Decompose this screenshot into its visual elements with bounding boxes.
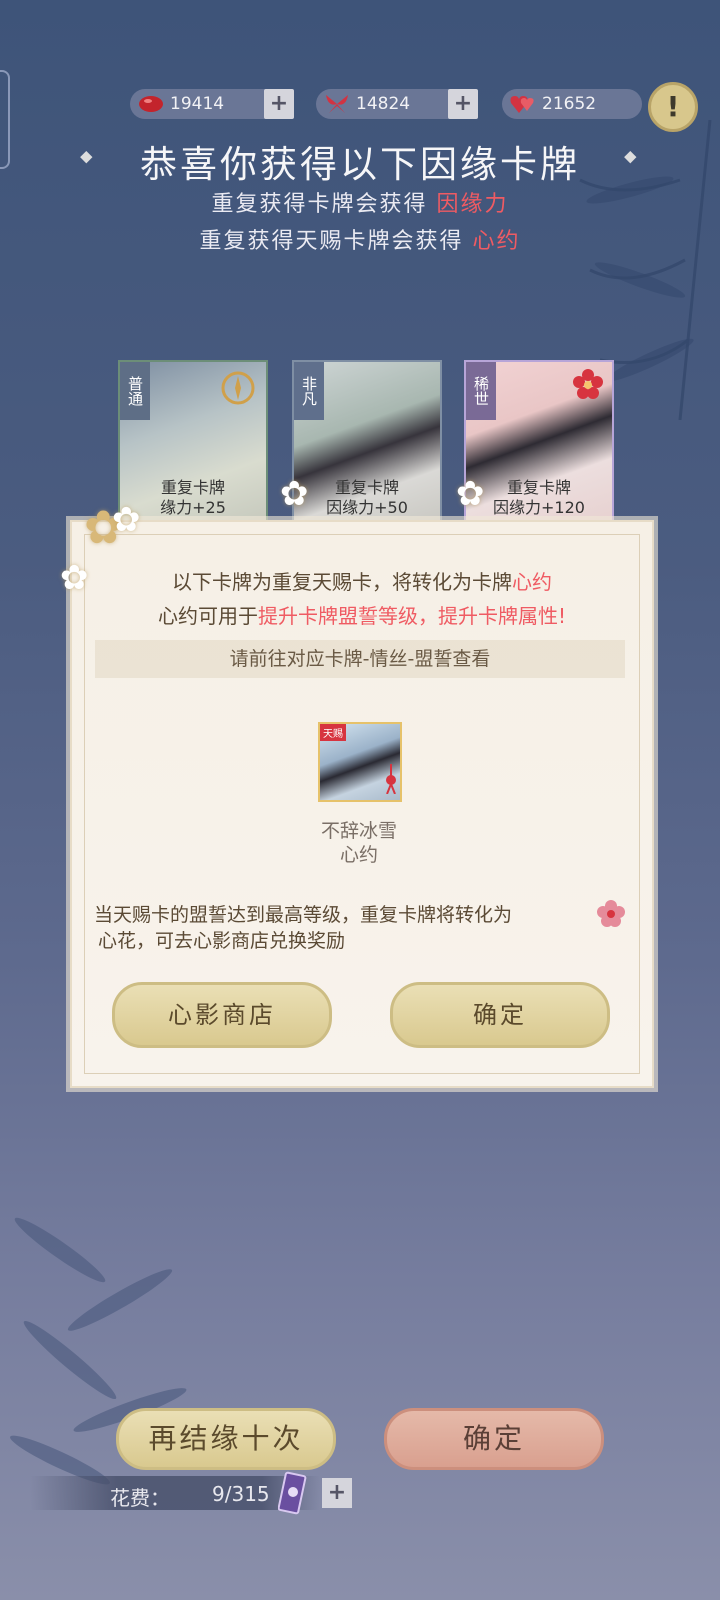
notice-exclamation-button[interactable]: ! xyxy=(648,82,698,132)
heart-shadow-shop-button[interactable]: 心影商店 xyxy=(112,982,332,1048)
currency-hearts: 21652 xyxy=(502,89,642,119)
cost-value: 9/315 xyxy=(212,1482,270,1506)
subtitle-line-2: 重复获得天赐卡牌会获得 心约 xyxy=(0,223,720,255)
dialog-hint: 请前往对应卡牌-情丝-盟誓查看 xyxy=(95,640,625,678)
hearts-icon xyxy=(508,92,538,116)
subtitle-2-highlight: 心约 xyxy=(472,229,521,254)
footer-confirm-button[interactable]: 确定 xyxy=(384,1408,604,1470)
dialog-line-2: 心约可用于提升卡牌盟誓等级，提升卡牌属性! xyxy=(72,600,652,629)
card-epic[interactable]: 稀世 重复卡牌 因缘力+120 xyxy=(464,360,614,524)
card-rarity-tag: 非凡 xyxy=(294,362,324,420)
item-tag: 天赐 xyxy=(320,724,346,741)
item-sub-label: 心约 xyxy=(339,844,378,866)
card-rare[interactable]: 非凡 重复卡牌 因缘力+50 xyxy=(292,360,442,524)
dialog-note-line-2: 心花，可去心影商店兑换奖励 xyxy=(98,930,346,952)
dialog-confirm-button[interactable]: 确定 xyxy=(390,982,610,1048)
card-rarity-tag: 普通 xyxy=(120,362,150,420)
cherry-blossom-icon: ✿ xyxy=(456,474,485,514)
cherry-blossom-icon: ✿ xyxy=(60,558,89,598)
item-heart-pledge[interactable]: 天赐 xyxy=(318,722,402,802)
dialog-line-2-highlight: 提升卡牌盟誓等级，提升卡牌属性! xyxy=(257,604,567,628)
subtitle-1-text: 重复获得卡牌会获得 xyxy=(211,192,428,217)
hearts-count: 21652 xyxy=(542,94,597,114)
dialog-line-1-text: 以下卡牌为重复天赐卡，将转化为卡牌 xyxy=(172,570,512,594)
card-rarity-tag: 稀世 xyxy=(466,362,496,420)
dialog-line-2-text: 心约可用于 xyxy=(157,604,258,628)
compass-icon xyxy=(221,371,255,405)
red-butterfly-icon xyxy=(322,92,352,116)
cherry-blossom-icon: ✿ xyxy=(280,474,309,514)
subtitle-line-1: 重复获得卡牌会获得 因缘力 xyxy=(0,186,720,218)
add-ticket-button[interactable]: + xyxy=(322,1478,352,1508)
flower-badge-icon xyxy=(573,369,603,399)
subtitle-1-highlight: 因缘力 xyxy=(436,192,509,217)
ticket-icon xyxy=(278,1471,307,1515)
dialog-line-1: 以下卡牌为重复天赐卡，将转化为卡牌心约 xyxy=(72,566,652,595)
red-bean-count: 19414 xyxy=(170,94,225,114)
card-line-2: 因缘力+50 xyxy=(326,498,408,517)
dialog-line-1-highlight: 心约 xyxy=(512,570,552,594)
cost-bar xyxy=(30,1476,320,1510)
add-red-bean-button[interactable]: + xyxy=(264,89,294,119)
card-line-2: 因缘力+120 xyxy=(493,498,585,517)
currency-butterfly: 14824 + xyxy=(316,89,478,119)
add-butterfly-button[interactable]: + xyxy=(448,89,478,119)
draw-ten-again-button[interactable]: 再结缘十次 xyxy=(116,1408,336,1470)
currency-red-bean: 19414 + xyxy=(130,89,294,119)
butterfly-count: 14824 xyxy=(356,94,411,114)
heart-flower-icon xyxy=(597,900,625,927)
dialog-note-line-1: 当天赐卡的盟誓达到最高等级，重复卡牌将转化为 xyxy=(94,904,513,926)
subtitle-2-text: 重复获得天赐卡牌会获得 xyxy=(199,229,464,254)
card-line-2: 缘力+25 xyxy=(160,498,226,517)
item-knot-icon xyxy=(386,764,396,794)
page-title: 恭喜你获得以下因缘卡牌 xyxy=(140,143,580,186)
cherry-blossom-icon: ✿ xyxy=(112,500,141,540)
red-bean-icon xyxy=(136,92,166,116)
cost-label: 花费： xyxy=(110,1486,170,1510)
item-name: 不辞冰雪 xyxy=(320,820,397,842)
